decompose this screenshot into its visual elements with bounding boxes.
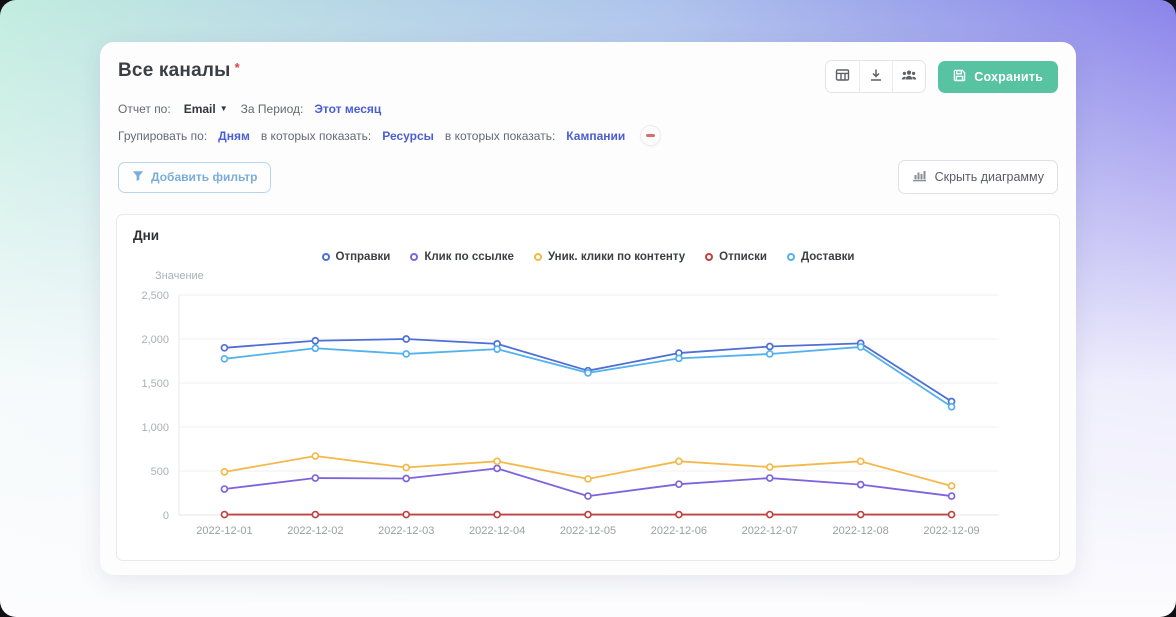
chart-panel: Дни Отправки Клик по ссылке Уник. клики по… (116, 214, 1060, 561)
download-icon (869, 68, 883, 85)
svg-text:2022-12-05: 2022-12-05 (560, 525, 616, 537)
svg-text:2,000: 2,000 (141, 334, 169, 346)
bar-chart-icon (912, 169, 927, 185)
svg-text:2022-12-07: 2022-12-07 (742, 525, 798, 537)
page-title: Все каналы * (118, 60, 240, 82)
legend-marker-icon (705, 253, 714, 261)
table-view-button[interactable] (826, 61, 860, 92)
save-icon (953, 69, 966, 85)
svg-text:2022-12-09: 2022-12-09 (923, 525, 979, 537)
filter-row-grouping: Групировать по: Дням в которых показать:… (116, 125, 1060, 146)
save-button-label: Сохранить (974, 69, 1043, 84)
audience-button[interactable] (892, 61, 926, 92)
legend-marker-icon (786, 253, 795, 261)
legend-marker-icon (321, 253, 330, 261)
app-background: Все каналы * Сохранить Отчет по: Email ▼… (0, 0, 1176, 617)
group-by-value-link[interactable]: Дням (218, 129, 250, 143)
add-filter-button[interactable]: Добавить фильтр (118, 161, 272, 193)
legend-label: Отправки (335, 251, 391, 263)
report-by-value: Email (183, 102, 216, 116)
svg-text:2022-12-02: 2022-12-02 (287, 525, 343, 537)
filter-icon (132, 170, 144, 185)
report-header: Все каналы * Сохранить (116, 56, 1060, 93)
legend-marker-icon (533, 253, 542, 261)
legend-item-4[interactable]: Доставки (786, 251, 855, 263)
show-in-value-2-link[interactable]: Кампании (566, 129, 625, 143)
actions-row: Добавить фильтр Скрыть диаграмму (116, 160, 1060, 194)
remove-grouping-button[interactable] (640, 125, 662, 146)
users-icon (901, 68, 917, 85)
view-options-group (825, 60, 927, 93)
chart-area: 0 500 1,000 1,500 2,000 2,500 Значение 2022-12-… (133, 269, 1043, 560)
filter-row-report: Отчет по: Email ▼ За Период: Этот месяц (116, 102, 1060, 116)
legend-item-1[interactable]: Клик по ссылке (410, 251, 514, 263)
svg-text:1,500: 1,500 (141, 378, 169, 390)
report-card: Все каналы * Сохранить Отчет по: Email ▼… (100, 42, 1076, 575)
chart-panel-title: Дни (133, 228, 160, 243)
chevron-down-icon: ▼ (219, 104, 228, 113)
legend-marker-icon (410, 253, 419, 261)
legend-item-2[interactable]: Уник. клики по контенту (533, 251, 686, 263)
legend-item-0[interactable]: Отправки (321, 251, 391, 263)
line-chart: 0 500 1,000 1,500 2,000 2,500 Значение 2022-12-… (141, 270, 999, 537)
hide-chart-button[interactable]: Скрыть диаграмму (897, 160, 1058, 194)
hide-chart-label: Скрыть диаграмму (934, 170, 1044, 184)
show-in-label-1: в которых показать: (260, 128, 372, 143)
minus-icon (646, 134, 656, 137)
legend-label: Отписки (719, 251, 767, 263)
svg-text:Значение: Значение (155, 270, 204, 282)
report-by-dropdown[interactable]: Email ▼ (184, 102, 228, 116)
svg-text:0: 0 (163, 510, 169, 522)
legend-item-3[interactable]: Отписки (705, 251, 767, 263)
table-icon (835, 68, 850, 85)
svg-text:2022-12-04: 2022-12-04 (469, 525, 525, 537)
svg-text:2022-12-06: 2022-12-06 (651, 525, 707, 537)
report-title: Все каналы (118, 60, 231, 81)
svg-text:500: 500 (151, 466, 169, 478)
add-filter-label: Добавить фильтр (151, 170, 258, 184)
period-value-link[interactable]: Этот месяц (314, 102, 381, 116)
save-button[interactable]: Сохранить (938, 60, 1058, 93)
legend-label: Доставки (800, 251, 855, 263)
show-in-value-1-link[interactable]: Ресурсы (382, 129, 434, 143)
svg-text:2,500: 2,500 (141, 290, 169, 302)
group-by-label: Групировать по: (118, 128, 208, 143)
show-in-label-2: в которых показать: (444, 128, 556, 143)
svg-text:2022-12-01: 2022-12-01 (196, 525, 252, 537)
svg-text:1,000: 1,000 (141, 422, 169, 434)
legend-label: Клик по ссылке (424, 251, 514, 263)
period-label: За Период: (240, 102, 304, 116)
svg-text:2022-12-08: 2022-12-08 (833, 525, 889, 537)
download-button[interactable] (859, 61, 893, 92)
legend-label: Уник. клики по контенту (547, 251, 686, 263)
chart-legend: Отправки Клик по ссылке Уник. клики по кон… (133, 251, 1043, 263)
report-by-label: Отчет по: (118, 102, 171, 116)
required-asterisk: * (234, 60, 240, 75)
svg-text:2022-12-03: 2022-12-03 (378, 525, 434, 537)
